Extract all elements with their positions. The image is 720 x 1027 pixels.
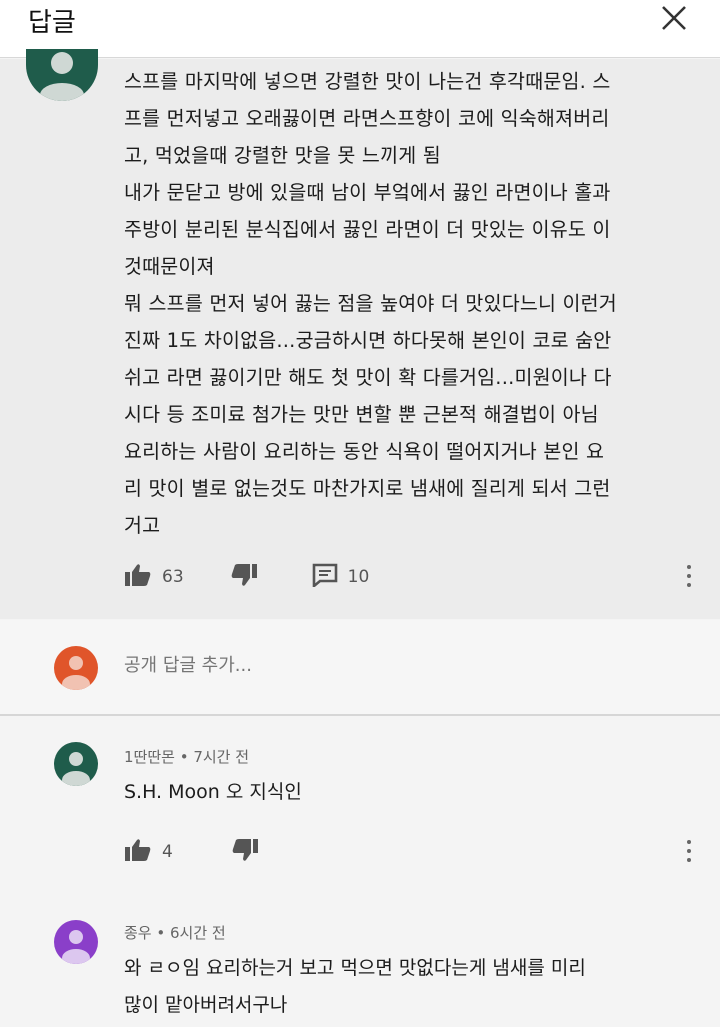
- reply-text: 많이 맡아버려서구나: [124, 994, 288, 1016]
- comment-text: 스프를 마지막에 넣으면 강렬한 맛이 나는건 후각때문임. 스 프를 먼저넣고…: [124, 63, 694, 544]
- page-title: 답글: [28, 8, 76, 38]
- avatar[interactable]: [54, 646, 98, 690]
- reply-meta: 1딴딴몬 • 7시간 전: [124, 748, 250, 766]
- comment-line: 거고: [124, 514, 161, 537]
- comment-line: 프를 먼저넣고 오래끓이면 라면스프향이 코에 익숙해져버리: [124, 107, 610, 130]
- reply-actions: 4: [124, 838, 259, 866]
- comment-line: 리 맛이 별로 없는것도 마찬가지로 냄새에 질리게 되서 그런: [124, 477, 611, 500]
- list-item: 1딴딴몬 • 7시간 전 S.H. Moon 오 지식인 4: [0, 718, 720, 888]
- reply-count: 10: [347, 567, 370, 587]
- close-button[interactable]: [658, 2, 690, 34]
- thumbs-up-icon[interactable]: [124, 838, 152, 866]
- reply-comment-icon[interactable]: [312, 563, 338, 591]
- thumbs-up-icon[interactable]: [124, 563, 152, 591]
- more-options-button[interactable]: [684, 565, 694, 591]
- user-avatar-icon: [62, 656, 90, 690]
- reply-text: 와 ㄹㅇ임 요리하는거 보고 먹으면 맛없다는게 냄새를 미리: [124, 957, 586, 979]
- comment-line: 것때문이져: [124, 255, 215, 278]
- comment-line: 내가 문닫고 방에 있을때 남이 부엌에서 끓인 라면이나 홀과: [124, 181, 611, 204]
- list-item: 종우 • 6시간 전 와 ㄹㅇ임 요리하는거 보고 먹으면 맛없다는게 냄새를 …: [0, 900, 720, 1027]
- comment-line: 고, 먹었을때 강렬한 맛을 못 느끼게 됨: [124, 144, 441, 167]
- like-count: 4: [162, 842, 173, 862]
- reply-input[interactable]: [124, 650, 624, 680]
- user-avatar-icon: [62, 930, 90, 964]
- comment-line: 쉬고 라면 끓이기만 해도 첫 맛이 확 다를거임...미원이나 다: [124, 366, 612, 389]
- comment-actions: 63 10: [124, 563, 369, 591]
- thumbs-down-icon[interactable]: [231, 838, 259, 866]
- comment-line: 요리하는 사람이 요리하는 동안 식욕이 떨어지거나 본인 요: [124, 440, 605, 463]
- avatar[interactable]: [54, 742, 98, 786]
- comment-line: 진짜 1도 차이없음...궁금하시면 하다못해 본인이 코로 숨안: [124, 329, 612, 352]
- user-avatar-icon: [40, 52, 84, 101]
- main-comment: 스프를 마지막에 넣으면 강렬한 맛이 나는건 후각때문임. 스 프를 먼저넣고…: [0, 49, 720, 619]
- like-count: 63: [162, 567, 184, 587]
- thumbs-down-icon[interactable]: [230, 563, 258, 591]
- reply-meta: 종우 • 6시간 전: [124, 924, 226, 942]
- reply-box: [0, 620, 720, 716]
- comment-line: 뭐 스프를 먼저 넣어 끓는 점을 높여야 더 맛있다느니 이런거: [124, 292, 617, 315]
- close-icon: [662, 6, 686, 30]
- user-avatar-icon: [62, 752, 90, 786]
- comment-line: 스프를 마지막에 넣으면 강렬한 맛이 나는건 후각때문임. 스: [124, 70, 611, 93]
- comment-line: 시다 등 조미료 첨가는 맛만 변할 뿐 근본적 해결법이 아님: [124, 403, 599, 426]
- avatar[interactable]: [54, 920, 98, 964]
- avatar[interactable]: [26, 49, 98, 101]
- more-options-button[interactable]: [684, 840, 694, 866]
- reply-text: S.H. Moon 오 지식인: [124, 781, 302, 803]
- header: 답글: [0, 0, 720, 58]
- comment-line: 주방이 분리된 분식집에서 끓인 라면이 더 맛있는 이유도 이: [124, 218, 611, 241]
